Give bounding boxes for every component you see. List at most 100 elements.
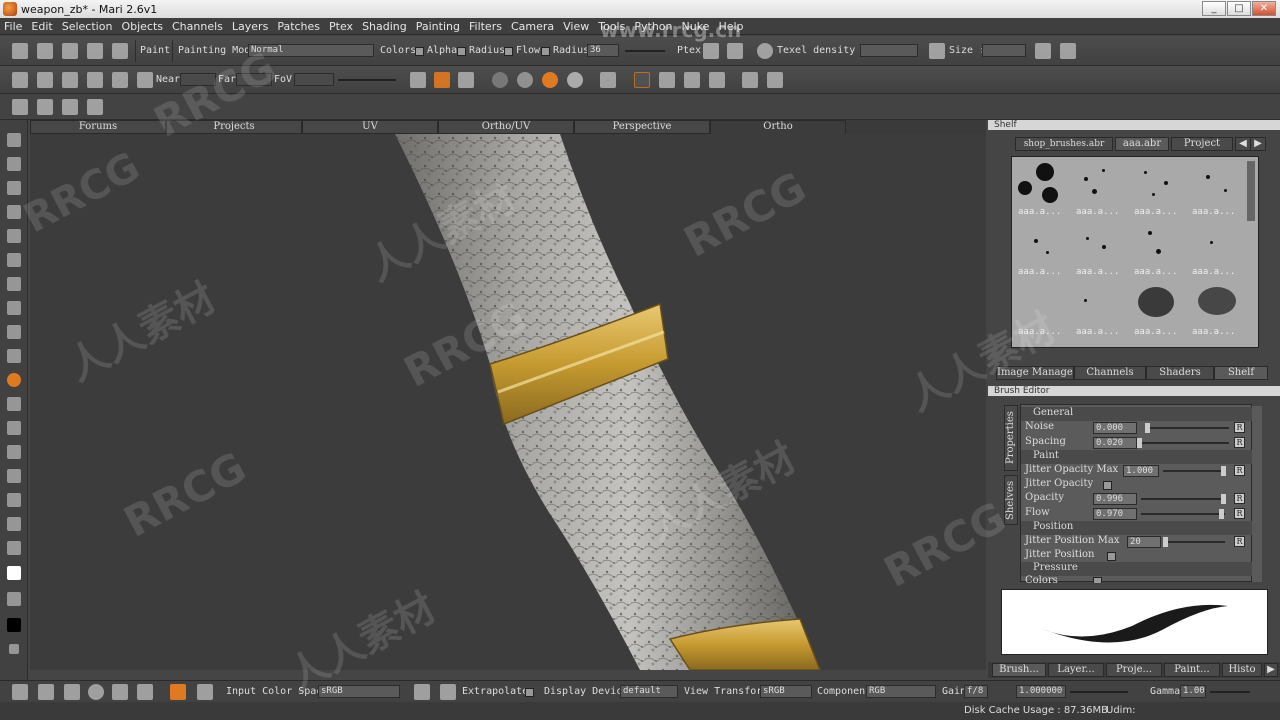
eyedropper-tool-icon[interactable] <box>7 541 21 555</box>
gamma-field[interactable]: 1.00 <box>1180 685 1206 698</box>
align-icon[interactable] <box>659 72 675 88</box>
display-device-select[interactable]: default <box>620 685 678 698</box>
transform-reset-icon[interactable] <box>767 72 783 88</box>
opacity-slider[interactable] <box>1141 498 1225 500</box>
rotate-icon[interactable] <box>12 684 28 700</box>
move-tool-icon[interactable] <box>7 229 21 243</box>
copy-icon[interactable] <box>1035 43 1051 59</box>
brush-thumb[interactable]: aaa.a... <box>1014 159 1070 217</box>
fov-field[interactable] <box>294 73 334 86</box>
brush-thumb[interactable]: aaa.a... <box>1072 279 1128 337</box>
extrapolate-checkbox[interactable] <box>525 688 534 697</box>
brush-thumb[interactable]: aaa.a... <box>1072 159 1128 217</box>
gain-slider[interactable] <box>1070 691 1128 693</box>
menu-selection[interactable]: Selection <box>58 20 118 33</box>
tab-project[interactable]: Project <box>1171 137 1233 151</box>
shelf-scrollbar[interactable] <box>1247 161 1255 221</box>
tab-image-manager[interactable]: Image Manager <box>996 366 1074 380</box>
grid-snap-icon[interactable] <box>709 72 725 88</box>
camera-icon[interactable] <box>410 72 426 88</box>
marquee-tool-icon[interactable] <box>7 157 21 171</box>
grid-tool-icon[interactable] <box>7 301 21 315</box>
paint-through-icon[interactable] <box>434 72 450 88</box>
menu-python[interactable]: Python <box>630 20 677 33</box>
down-arrow-icon[interactable] <box>64 684 80 700</box>
menu-file[interactable]: File <box>0 20 27 33</box>
fill-tool-icon[interactable] <box>7 277 21 291</box>
tab-shelf[interactable]: Shelf <box>1214 366 1268 380</box>
play-icon[interactable] <box>112 72 128 88</box>
brush-editor-scrollbar[interactable] <box>1252 406 1262 582</box>
undo-icon[interactable] <box>87 43 103 59</box>
eye-icon[interactable] <box>37 72 53 88</box>
radius-slider[interactable] <box>625 50 665 52</box>
clip-icon[interactable] <box>137 72 153 88</box>
flow-slider[interactable] <box>1141 513 1225 515</box>
grid-icon[interactable] <box>62 72 78 88</box>
pan-tool-icon[interactable] <box>7 181 21 195</box>
noise-slider[interactable] <box>1145 427 1229 429</box>
lasso-icon[interactable] <box>88 684 104 700</box>
fov-slider[interactable] <box>338 79 396 81</box>
tab-paint[interactable]: Paint... <box>1164 663 1220 677</box>
tab-brush[interactable]: Brush... <box>992 663 1046 677</box>
noise-reset-button[interactable]: R <box>1234 422 1245 433</box>
transform-tool-icon[interactable] <box>7 253 21 267</box>
spacing-field[interactable]: 0.020 <box>1093 437 1137 449</box>
jitter-opacity-max-field[interactable]: 1.000 <box>1123 465 1159 477</box>
menu-camera[interactable]: Camera <box>507 20 559 33</box>
opacity-reset-button[interactable]: R <box>1234 493 1245 504</box>
brush-thumb[interactable]: aaa.a... <box>1072 219 1128 277</box>
tab-ortho[interactable]: Ortho <box>710 120 846 134</box>
flow-checkbox[interactable] <box>541 47 550 56</box>
distribute-icon[interactable] <box>684 72 700 88</box>
tab-properties[interactable]: Properties <box>1004 405 1018 471</box>
jitter-opacity-checkbox[interactable] <box>1103 481 1112 490</box>
close-button[interactable]: ✕ <box>1252 1 1276 16</box>
view-icon[interactable] <box>12 72 28 88</box>
save-icon[interactable] <box>62 43 78 59</box>
brush-thumb[interactable]: aaa.a... <box>1014 279 1070 337</box>
sun-tool-icon[interactable] <box>7 517 21 531</box>
tab-layer[interactable]: Layer... <box>1048 663 1104 677</box>
menu-filters[interactable]: Filters <box>465 20 507 33</box>
tab-projects[interactable]: Projects <box>166 120 302 134</box>
input-color-space-select[interactable]: sRGB <box>318 685 400 698</box>
pick-tool-icon[interactable] <box>7 349 21 363</box>
group-position[interactable]: Position <box>1021 521 1253 535</box>
menu-edit[interactable]: Edit <box>27 20 57 33</box>
view-transform-select[interactable]: sRGB <box>760 685 812 698</box>
gamma-slider[interactable] <box>1210 691 1250 693</box>
transform-icon[interactable] <box>742 72 758 88</box>
spacing-slider[interactable] <box>1137 442 1229 444</box>
painting-mode-select[interactable]: Normal <box>248 44 374 57</box>
color-management-icon[interactable] <box>170 684 186 700</box>
minimize-button[interactable]: _ <box>1202 1 1226 16</box>
show-icon[interactable] <box>37 99 53 115</box>
zoom-tool-icon[interactable] <box>7 205 21 219</box>
ortho-icon[interactable] <box>458 72 474 88</box>
size-icon[interactable] <box>929 43 945 59</box>
tab-aaa-abr[interactable]: aaa.abr <box>1115 137 1169 151</box>
gain-field[interactable]: 1.000000 <box>1016 685 1066 698</box>
full-shading-icon[interactable] <box>567 72 583 88</box>
menu-objects[interactable]: Objects <box>117 20 168 33</box>
ptex-icon[interactable] <box>703 43 719 59</box>
redo-icon[interactable] <box>112 43 128 59</box>
settings-icon[interactable] <box>197 684 213 700</box>
size-field[interactable] <box>982 44 1026 57</box>
snap-icon[interactable] <box>634 72 650 88</box>
menu-help[interactable]: Help <box>714 20 748 33</box>
cube-icon[interactable] <box>87 72 103 88</box>
opacity-field[interactable]: 0.996 <box>1093 493 1137 505</box>
jitter-opacity-max-slider[interactable] <box>1163 470 1225 472</box>
lasso-tool-icon[interactable] <box>7 325 21 339</box>
flow-slider-knob[interactable] <box>1219 509 1224 519</box>
tab-shelves[interactable]: Shelves <box>1004 475 1018 525</box>
gain-fstop-field[interactable]: f/8 <box>964 685 988 698</box>
reset-colors-icon[interactable] <box>9 644 19 654</box>
foreground-color-swatch[interactable] <box>7 566 21 580</box>
tab-shop-brushes[interactable]: shop_brushes.abr <box>1015 137 1113 151</box>
jitter-position-max-field[interactable]: 20 <box>1127 536 1161 548</box>
spacing-slider-knob[interactable] <box>1137 438 1142 448</box>
